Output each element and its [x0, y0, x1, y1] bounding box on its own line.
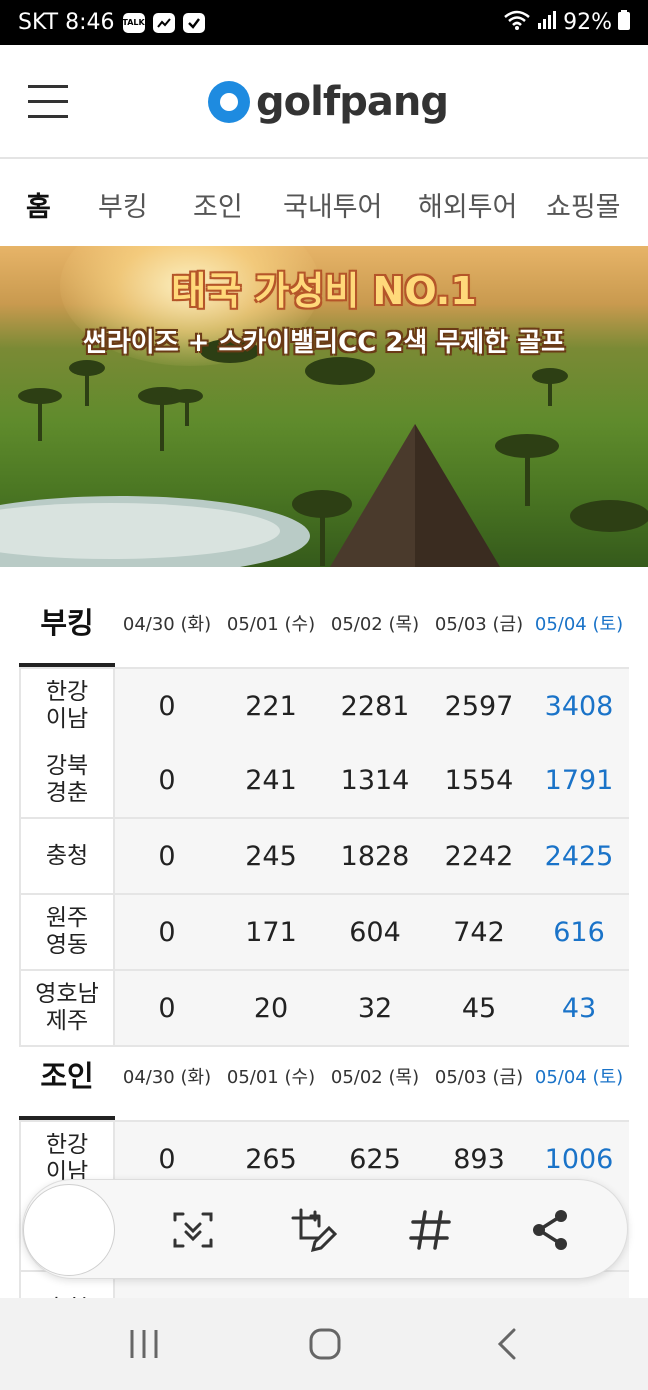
talk-icon: TALK — [122, 12, 145, 33]
screenshot-thumbnail[interactable] — [23, 1184, 115, 1276]
status-bar: SKT 8:46 TALK 92% — [0, 0, 648, 45]
tab-shopping-mall[interactable]: 쇼핑몰 — [546, 185, 621, 224]
count-cell[interactable]: 2597 — [427, 669, 531, 743]
date-header: 05/03 (금) — [434, 1066, 524, 1088]
wifi-icon — [503, 9, 531, 37]
count-cell[interactable]: 1554 — [427, 743, 531, 817]
date-header: 05/02 (목) — [330, 1066, 420, 1088]
count-cell[interactable]: 0 — [115, 669, 219, 743]
gallery-icon — [152, 12, 175, 33]
booking-table: 부킹 04/30 (화) 05/01 (수) 05/02 (목) 05/03 (… — [19, 578, 629, 1047]
count-cell[interactable]: 2281 — [323, 669, 427, 743]
count-cell[interactable]: 1314 — [323, 743, 427, 817]
join-title[interactable]: 조인 — [19, 1031, 115, 1120]
table-row: 강북 경춘 0 241 1314 1554 1791 — [19, 743, 629, 819]
logo-text: golfpang — [256, 79, 449, 125]
banner-title: 태국 가성비 NO.1 — [171, 269, 477, 313]
date-header: 05/01 (수) — [226, 1066, 316, 1088]
promo-banner[interactable]: 태국 가성비 NO.1 썬라이즈 + 스카이밸리CC 2색 무제한 골프 — [0, 246, 648, 567]
count-cell[interactable]: 742 — [427, 895, 531, 969]
region-label: 강북 경춘 — [45, 753, 89, 806]
check-icon — [182, 12, 205, 33]
date-header: 04/30 (화) — [122, 1066, 212, 1088]
battery-percent: 92% — [563, 10, 612, 35]
menu-icon[interactable] — [28, 85, 68, 119]
app-screen: SKT 8:46 TALK 92% golfpang 홈 부킹 조인 국내투어 … — [0, 0, 648, 1390]
table-row: 원주 영동 0 171 604 742 616 — [19, 895, 629, 971]
date-header: 04/30 (화) — [122, 613, 212, 635]
count-cell[interactable]: 171 — [219, 895, 323, 969]
count-cell[interactable]: 1791 — [527, 743, 631, 817]
hashtag-icon[interactable] — [407, 1206, 455, 1254]
count-cell[interactable]: 604 — [323, 895, 427, 969]
region-label: 영호남 제주 — [35, 981, 99, 1034]
tab-join[interactable]: 조인 — [193, 185, 243, 224]
tab-overseas-tour[interactable]: 해외투어 — [418, 185, 517, 224]
booking-header: 부킹 04/30 (화) 05/01 (수) 05/02 (목) 05/03 (… — [19, 578, 629, 667]
region-label: 충청 — [45, 842, 89, 869]
count-cell[interactable]: 0 — [115, 743, 219, 817]
count-cell[interactable]: 0 — [115, 895, 219, 969]
main-nav: 홈 부킹 조인 국내투어 해외투어 쇼핑몰 — [0, 161, 648, 247]
region-label: 원주 영동 — [45, 905, 89, 958]
edit-crop-icon[interactable] — [289, 1206, 338, 1254]
table-row: 충청 0 245 1828 2242 2425 — [19, 819, 629, 895]
date-header: 05/01 (수) — [226, 613, 316, 635]
date-header: 05/02 (목) — [330, 613, 420, 635]
booking-title[interactable]: 부킹 — [19, 578, 115, 667]
battery-icon — [618, 9, 630, 36]
banner-subtitle: 썬라이즈 + 스카이밸리CC 2색 무제한 골프 — [82, 328, 566, 358]
status-carrier-time: SKT 8:46 — [18, 10, 115, 35]
date-header-saturday: 05/04 (토) — [534, 613, 624, 635]
count-cell[interactable]: 616 — [527, 895, 631, 969]
count-cell[interactable]: 0 — [115, 819, 219, 893]
tab-booking[interactable]: 부킹 — [98, 185, 148, 224]
count-cell[interactable]: 245 — [219, 819, 323, 893]
table-row: 한강 이남 0 221 2281 2597 3408 — [19, 667, 629, 743]
count-cell[interactable]: 3408 — [527, 669, 631, 743]
screenshot-toolbar — [22, 1179, 628, 1279]
signal-icon — [537, 10, 557, 36]
date-header: 05/03 (금) — [434, 613, 524, 635]
home-icon[interactable] — [307, 1326, 343, 1366]
date-header-saturday: 05/04 (토) — [534, 1066, 624, 1088]
count-cell[interactable]: 1828 — [323, 819, 427, 893]
share-icon[interactable] — [527, 1206, 575, 1254]
region-label: 한강 이남 — [45, 1132, 89, 1185]
recent-apps-icon[interactable] — [128, 1326, 160, 1366]
region-label: 한강 이남 — [45, 679, 89, 732]
tab-home[interactable]: 홈 — [26, 185, 51, 224]
system-nav-bar — [0, 1298, 648, 1390]
scan-icon[interactable] — [169, 1206, 217, 1254]
count-cell[interactable]: 2242 — [427, 819, 531, 893]
join-header: 조인 04/30 (화) 05/01 (수) 05/02 (목) 05/03 (… — [19, 1031, 629, 1120]
logo-mark-icon — [208, 81, 250, 123]
count-cell[interactable]: 2425 — [527, 819, 631, 893]
tab-domestic-tour[interactable]: 국내투어 — [283, 185, 382, 224]
count-cell[interactable]: 241 — [219, 743, 323, 817]
app-header: golfpang — [0, 45, 648, 159]
logo[interactable]: golfpang — [208, 79, 449, 125]
back-icon[interactable] — [494, 1326, 520, 1366]
count-cell[interactable]: 221 — [219, 669, 323, 743]
